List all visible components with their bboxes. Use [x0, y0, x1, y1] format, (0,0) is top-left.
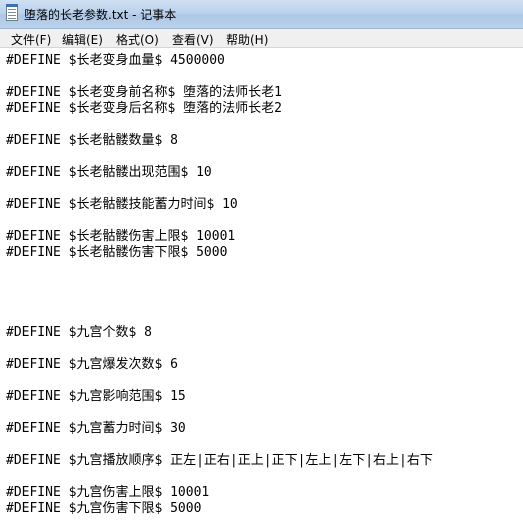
- text-line: #DEFINE $九宫蓄力时间$ 30: [6, 421, 186, 436]
- notepad-icon[interactable]: [6, 4, 18, 21]
- title-bar[interactable]: 堕落的长老参数.txt - 记事本: [0, 0, 523, 29]
- notepad-window: 堕落的长老参数.txt - 记事本 文件(F) 编辑(E) 格式(O) 查看(V…: [0, 0, 523, 527]
- menu-bar: 文件(F) 编辑(E) 格式(O) 查看(V) 帮助(H): [0, 29, 523, 48]
- text-line: #DEFINE $长老骷髅技能蓄力时间$ 10: [6, 197, 238, 212]
- menu-format[interactable]: 格式(O): [116, 31, 159, 48]
- text-line: #DEFINE $长老骷髅伤害下限$ 5000: [6, 245, 228, 260]
- menu-help[interactable]: 帮助(H): [226, 31, 268, 48]
- text-line: #DEFINE $长老骷髅数量$ 8: [6, 133, 178, 148]
- text-line: #DEFINE $长老变身血量$ 4500000: [6, 53, 225, 68]
- text-line: #DEFINE $九宫个数$ 8: [6, 325, 152, 340]
- text-editor-area[interactable]: #DEFINE $长老变身血量$ 4500000 #DEFINE $长老变身前名…: [0, 48, 523, 527]
- menu-view[interactable]: 查看(V): [172, 31, 214, 48]
- window-title: 堕落的长老参数.txt - 记事本: [24, 8, 177, 22]
- text-line: #DEFINE $九宫伤害上限$ 10001: [6, 485, 210, 500]
- text-line: #DEFINE $长老骷髅伤害上限$ 10001: [6, 229, 236, 244]
- text-line: #DEFINE $九宫影响范围$ 15: [6, 389, 186, 404]
- text-line: #DEFINE $长老骷髅出现范围$ 10: [6, 165, 212, 180]
- text-line: #DEFINE $九宫播放顺序$ 正左|正右|正上|正下|左上|左下|右上|右下: [6, 453, 433, 468]
- text-line: #DEFINE $九宫伤害下限$ 5000: [6, 501, 202, 516]
- menu-edit[interactable]: 编辑(E): [62, 31, 103, 48]
- text-line: #DEFINE $长老变身后名称$ 堕落的法师长老2: [6, 101, 282, 116]
- text-line: #DEFINE $九宫爆发次数$ 6: [6, 357, 178, 372]
- text-line: #DEFINE $长老变身前名称$ 堕落的法师长老1: [6, 85, 282, 100]
- menu-file[interactable]: 文件(F): [11, 31, 51, 48]
